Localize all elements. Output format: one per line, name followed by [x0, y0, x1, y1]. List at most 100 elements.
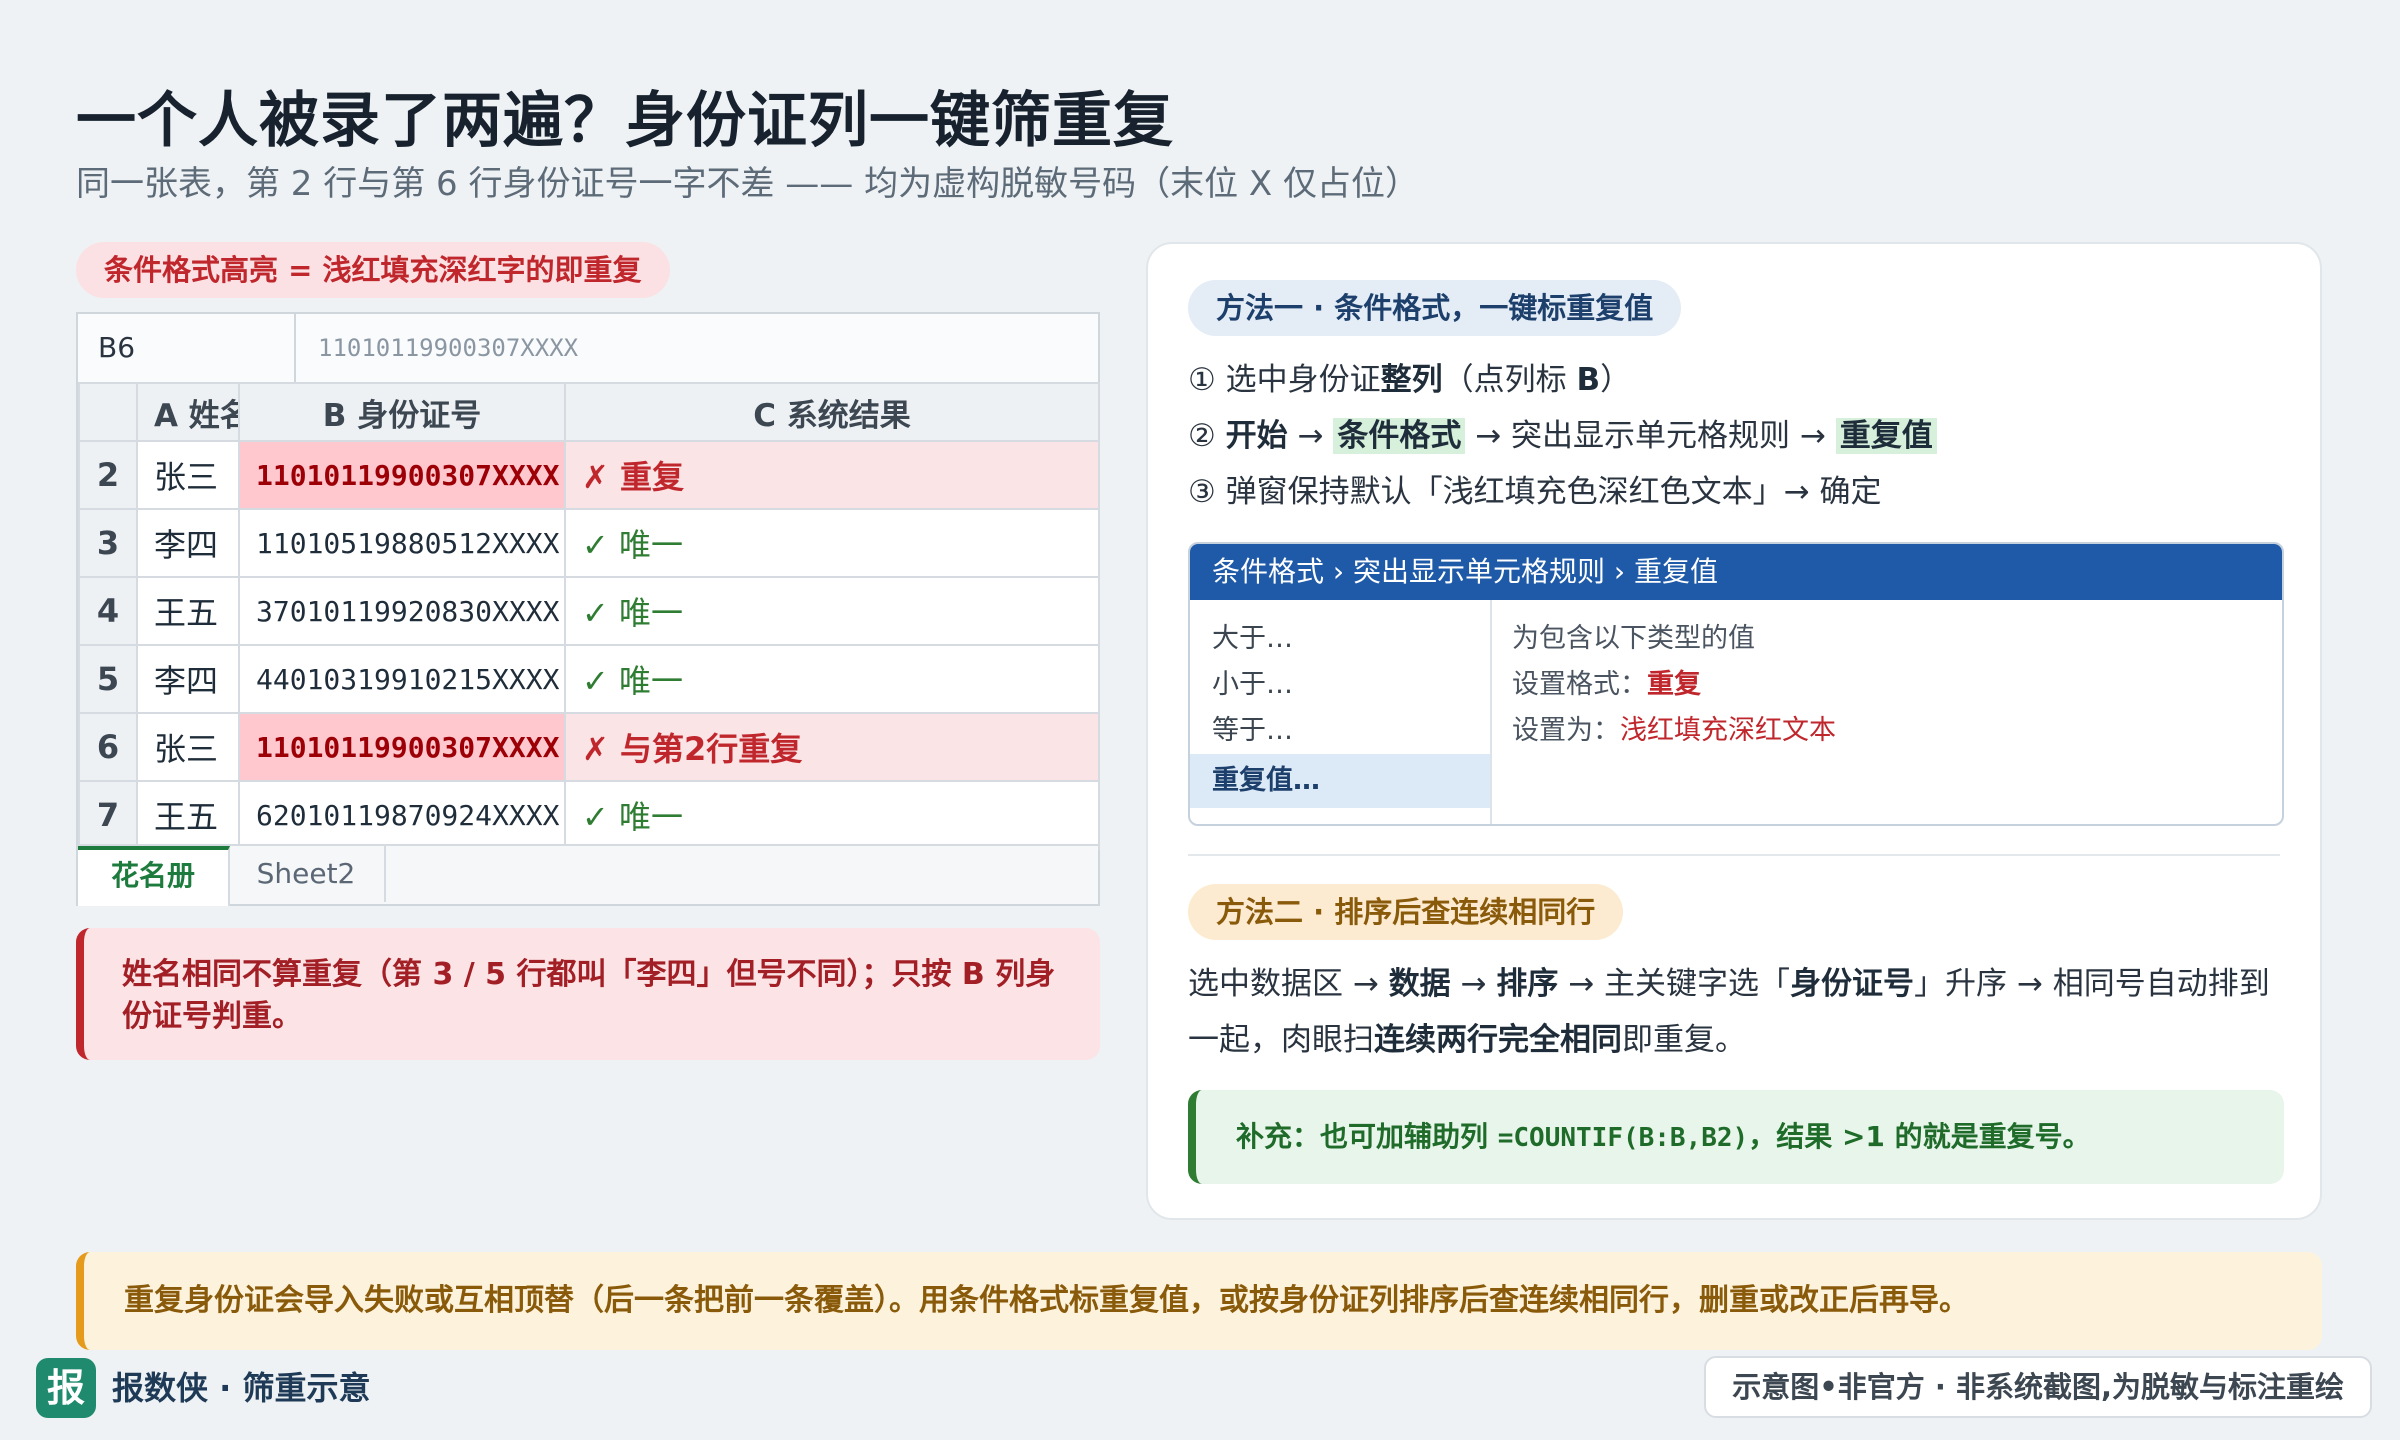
step-number: ① — [1188, 362, 1216, 398]
row-header[interactable]: 6 — [78, 712, 138, 782]
style-label: 设置为： — [1512, 715, 1620, 746]
row-header[interactable]: 2 — [78, 440, 138, 510]
row-header[interactable]: 4 — [78, 576, 138, 646]
id-cell[interactable]: 37010119920830XXXX — [238, 576, 566, 646]
name-duplicate-note: 姓名相同不算重复（第 3 / 5 行都叫「李四」但号不同）；只按 B 列身份证号… — [76, 928, 1100, 1060]
result-cell[interactable]: ✓ 唯一 — [564, 576, 1100, 646]
divider — [1188, 854, 2280, 856]
corner-cell[interactable] — [78, 382, 138, 442]
step-text: 选中身份证 — [1225, 362, 1381, 398]
step-emphasis: B — [1576, 362, 1601, 398]
table-row: 4 王五 37010119920830XXXX ✓ 唯一 — [78, 576, 1100, 646]
para-text: 选中数据区 → — [1188, 966, 1389, 1002]
tip-text: 补充：也可加辅助列 — [1236, 1120, 1498, 1153]
step-text: → — [1287, 418, 1334, 454]
rule-menu: 大于… 小于… 等于… 重复值… — [1190, 600, 1492, 824]
name-cell[interactable]: 王五 — [136, 576, 240, 646]
dialog-settings: 为包含以下类型的值 设置格式：重复 设置为：浅红填充深红文本 — [1512, 616, 1836, 754]
step-text: （点列标 — [1442, 362, 1577, 398]
step-emphasis: 开始 — [1225, 418, 1288, 454]
row-header[interactable]: 3 — [78, 508, 138, 578]
page-title: 一个人被录了两遍？身份证列一键筛重复 — [76, 86, 1174, 156]
row-header[interactable]: 7 — [78, 780, 138, 850]
table-row: 7 王五 62010119870924XXXX ✓ 唯一 — [78, 780, 1100, 850]
result-cell[interactable]: ✗ 重复 — [564, 440, 1100, 510]
para-emphasis: 连续两行完全相同 — [1374, 1022, 1622, 1058]
formula-bar: B6 11010119900307XXXX — [78, 314, 1098, 384]
dialog-line-2: 设置格式：重复 — [1512, 662, 1836, 708]
tip-formula: =COUNTIF(B:B,B2) — [1497, 1123, 1749, 1153]
sheet-grid: A 姓名 B 身份证号 C 系统结果 2 张三 11010119900307XX… — [78, 382, 1100, 850]
formula-input[interactable]: 11010119900307XXXX — [318, 314, 578, 382]
duplicate-values-dialog: 条件格式 › 突出显示单元格规则 › 重复值 大于… 小于… 等于… 重复值… … — [1188, 542, 2284, 826]
step-emphasis: 重复值 — [1835, 418, 1937, 454]
name-cell[interactable]: 王五 — [136, 780, 240, 850]
tab-roster[interactable]: 花名册 — [78, 846, 230, 906]
menu-item-duplicate[interactable]: 重复值… — [1190, 754, 1490, 808]
style-select[interactable]: 浅红填充深红文本 — [1620, 715, 1836, 746]
id-cell[interactable]: 11010119900307XXXX — [238, 712, 566, 782]
name-cell[interactable]: 张三 — [136, 440, 240, 510]
id-cell[interactable]: 62010119870924XXXX — [238, 780, 566, 850]
para-text: → — [1450, 966, 1497, 1002]
step-text: ） — [1600, 362, 1632, 398]
method2-title: 方法二 · 排序后查连续相同行 — [1188, 884, 1624, 940]
result-cell[interactable]: ✗ 与第2行重复 — [564, 712, 1100, 782]
page-subtitle: 同一张表，第 2 行与第 6 行身份证号一字不差 —— 均为虚构脱敏号码（末位 … — [76, 164, 1420, 204]
step-1: ① 选中身份证整列（点列标 B） — [1188, 352, 1937, 408]
step-2: ② 开始 → 条件格式 → 突出显示单元格规则 → 重复值 — [1188, 408, 1937, 464]
result-cell[interactable]: ✓ 唯一 — [564, 508, 1100, 578]
dialog-breadcrumb: 条件格式 › 突出显示单元格规则 › 重复值 — [1190, 544, 2282, 600]
id-cell[interactable]: 11010119900307XXXX — [238, 440, 566, 510]
table-row: 2 张三 11010119900307XXXX ✗ 重复 — [78, 440, 1100, 510]
para-emphasis: 排序 — [1496, 966, 1559, 1002]
countif-tip: 补充：也可加辅助列 =COUNTIF(B:B,B2)，结果 >1 的就是重复号。 — [1188, 1090, 2284, 1184]
import-warning-note: 重复身份证会导入失败或互相顶替（后一条把前一条覆盖）。用条件格式标重复值，或按身… — [76, 1252, 2322, 1350]
id-cell[interactable]: 11010519880512XXXX — [238, 508, 566, 578]
menu-item-equal[interactable]: 等于… — [1190, 708, 1490, 754]
table-row: 6 张三 11010119900307XXXX ✗ 与第2行重复 — [78, 712, 1100, 782]
para-emphasis: 数据 — [1388, 966, 1451, 1002]
brand-name: 报数侠 · 筛重示意 — [112, 1369, 371, 1407]
para-text: → 主关键字选「 — [1558, 966, 1791, 1002]
name-cell[interactable]: 李四 — [136, 508, 240, 578]
name-cell[interactable]: 张三 — [136, 712, 240, 782]
step-3: ③ 弹窗保持默认「浅红填充色深红色文本」→ 确定 — [1188, 464, 1937, 520]
column-header-a[interactable]: A 姓名 — [136, 382, 240, 442]
para-emphasis: 身份证号 — [1790, 966, 1915, 1002]
format-label: 设置格式： — [1512, 669, 1647, 700]
name-cell[interactable]: 李四 — [136, 644, 240, 714]
legend-pill: 条件格式高亮 = 浅红填充深红字的即重复 — [76, 242, 670, 298]
methods-card: 方法一 · 条件格式，一键标重复值 ① 选中身份证整列（点列标 B） ② 开始 … — [1146, 242, 2322, 1220]
step-number: ② — [1188, 418, 1216, 454]
sheet-tabs: 花名册 Sheet2 — [78, 844, 1098, 906]
brand-logo-icon: 报 — [36, 1358, 96, 1418]
menu-item-greater[interactable]: 大于… — [1190, 616, 1490, 662]
tip-text: ，结果 >1 的就是重复号。 — [1748, 1120, 2091, 1153]
spreadsheet: B6 11010119900307XXXX A 姓名 B 身份证号 C 系统结果… — [76, 312, 1100, 906]
id-cell[interactable]: 44010319910215XXXX — [238, 644, 566, 714]
disclaimer-badge: 示意图•非官方 · 非系统截图,为脱敏与标注重绘 — [1704, 1356, 2372, 1418]
method2-text: 选中数据区 → 数据 → 排序 → 主关键字选「身份证号」升序 → 相同号自动排… — [1188, 956, 2288, 1068]
step-number: ③ — [1188, 474, 1216, 510]
dialog-line-1: 为包含以下类型的值 — [1512, 623, 1755, 654]
column-header-c[interactable]: C 系统结果 — [564, 382, 1100, 442]
step-emphasis: 条件格式 — [1333, 418, 1466, 454]
table-row: 5 李四 44010319910215XXXX ✓ 唯一 — [78, 644, 1100, 714]
result-cell[interactable]: ✓ 唯一 — [564, 780, 1100, 850]
tab-sheet2[interactable]: Sheet2 — [228, 846, 386, 902]
step-text: 弹窗保持默认「浅红填充色深红色文本」→ 确定 — [1225, 474, 1882, 510]
row-header[interactable]: 5 — [78, 644, 138, 714]
method1-steps: ① 选中身份证整列（点列标 B） ② 开始 → 条件格式 → 突出显示单元格规则… — [1188, 352, 1937, 520]
dialog-line-3: 设置为：浅红填充深红文本 — [1512, 708, 1836, 754]
format-select[interactable]: 重复 — [1647, 669, 1701, 700]
method1-title: 方法一 · 条件格式，一键标重复值 — [1188, 280, 1682, 336]
result-cell[interactable]: ✓ 唯一 — [564, 644, 1100, 714]
menu-item-less[interactable]: 小于… — [1190, 662, 1490, 708]
column-header-b[interactable]: B 身份证号 — [238, 382, 566, 442]
table-row: 3 李四 11010519880512XXXX ✓ 唯一 — [78, 508, 1100, 578]
para-text: 即重复。 — [1622, 1022, 1746, 1058]
step-emphasis: 整列 — [1380, 362, 1443, 398]
step-text: → 突出显示单元格规则 → — [1465, 418, 1836, 454]
name-box[interactable]: B6 — [78, 314, 296, 382]
